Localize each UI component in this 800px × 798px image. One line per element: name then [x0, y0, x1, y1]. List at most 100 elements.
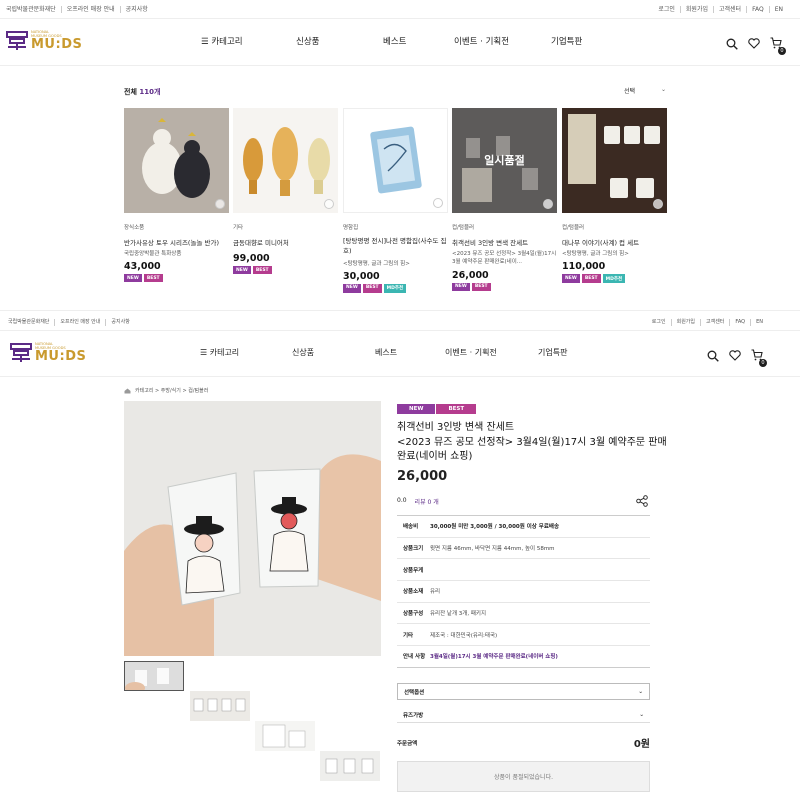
cart-button[interactable]: 0	[751, 346, 767, 367]
nav-best[interactable]: 베스트	[383, 35, 406, 47]
option-select[interactable]: 선택옵션 ⌄	[397, 683, 650, 700]
info-key: 상품크기	[403, 546, 424, 553]
product-card[interactable]: 기타 금동대향로 미니어처 99,000 NEW BEST	[233, 108, 338, 274]
soldout-button[interactable]: 상품이 품절되었습니다.	[397, 761, 650, 792]
product-category: 기타	[233, 225, 244, 231]
product-main-image[interactable]	[124, 401, 381, 656]
util-link-notice[interactable]: 공지사항	[105, 318, 134, 326]
util-link-en[interactable]: EN	[750, 318, 768, 326]
info-value: 3월4일(월)17시 3월 예약주문 판매완료(네이버 쇼핑)	[430, 654, 558, 661]
util-link-faq[interactable]: FAQ	[729, 318, 750, 326]
thumbnail[interactable]	[255, 721, 315, 751]
nav-new[interactable]: 신상품	[292, 347, 314, 358]
logo[interactable]: NATIONAL MUSEUM GOODS MU:DS	[6, 30, 82, 51]
util-link-login[interactable]: 로그인	[658, 6, 680, 13]
product-price: 30,000	[343, 270, 380, 282]
info-row-weight: 상품무게	[397, 559, 650, 582]
nav-event[interactable]: 이벤트 · 기획전	[445, 347, 497, 358]
reviews-link[interactable]: 리뷰 0 개	[415, 497, 439, 506]
sort-select[interactable]: 선택 ⌄	[624, 86, 666, 95]
wishlist-button[interactable]	[324, 199, 334, 209]
logo[interactable]: NATIONAL MUSEUM GOODS MU:DS	[10, 342, 86, 363]
product-category: 장식소품	[124, 225, 145, 231]
thumbnail[interactable]	[320, 751, 380, 781]
product-photo	[233, 108, 338, 213]
breadcrumb: 카테고리 > 주방/식기 > 컵/텀블러	[124, 387, 208, 394]
wishlist-button[interactable]	[433, 198, 443, 208]
product-card[interactable]: 컵/텀블러 대나무 이야기(사계) 컵 세트 <탕탕평평, 글과 그림의 힘> …	[562, 108, 667, 284]
share-icon[interactable]	[636, 495, 648, 507]
order-total-value: 0원	[633, 739, 650, 750]
detail-tags: NEW BEST	[397, 404, 477, 414]
product-subtitle: <탕탕평평, 글과 그림의 힘>	[562, 251, 629, 257]
nav-category[interactable]: ☰ 카테고리	[200, 347, 239, 358]
product-tags: NEW BEST MD추천	[343, 283, 448, 293]
search-icon[interactable]	[726, 38, 738, 50]
util-link-notice[interactable]: 공지사항	[119, 5, 153, 13]
wishlist-button[interactable]	[543, 199, 553, 209]
search-icon[interactable]	[707, 350, 719, 362]
util-link-foundation[interactable]: 국립박물관문화재단	[6, 6, 61, 13]
nav-corporate[interactable]: 기업특판	[538, 347, 567, 358]
util-link-en[interactable]: EN	[768, 5, 788, 13]
product-name[interactable]: 대나무 이야기(사계) 컵 세트	[562, 237, 667, 247]
wishlist-button[interactable]	[653, 199, 663, 209]
util-link-cs[interactable]: 고객센터	[700, 318, 729, 326]
info-row-shipping: 배송비 30,000원 미만 3,000원 / 30,000원 이상 무료배송	[397, 516, 650, 538]
info-key: 배송비	[403, 524, 419, 531]
product-image[interactable]	[343, 108, 448, 213]
product-price: 110,000	[562, 261, 606, 273]
product-name[interactable]: [탕탕평평 전시]나전 명함집(사수도 집호)	[343, 237, 448, 257]
heart-icon[interactable]	[729, 350, 741, 361]
divider	[0, 65, 800, 66]
product-image[interactable]: 일시품절	[452, 108, 557, 213]
wishlist-button[interactable]	[215, 199, 225, 209]
home-icon[interactable]	[124, 388, 131, 394]
info-row-size: 상품크기 윗면 지름 46mm, 바닥면 지름 44mm, 높이 58mm	[397, 538, 650, 560]
product-card[interactable]: 장식소품 반가사유상 토우 시리즈(놀놀 반가) 국립중앙박물관 특화상품 43…	[124, 108, 229, 283]
total-count-value: 110개	[139, 88, 161, 96]
tag-best: BEST	[252, 266, 272, 274]
thumbnail[interactable]	[124, 661, 184, 691]
product-image[interactable]	[124, 108, 229, 213]
product-card[interactable]: 명함집 [탕탕평평 전시]나전 명함집(사수도 집호) <탕탕평평, 글과 그림…	[343, 108, 448, 293]
nav-event[interactable]: 이벤트 · 기획전	[454, 35, 509, 47]
util-link-cs[interactable]: 고객센터	[713, 5, 746, 13]
product-subtitle: <탕탕평평, 글과 그림의 힘>	[343, 260, 410, 267]
utility-bar: 국립박물관문화재단 오프라인 매장 안내 공지사항 로그인 회원가입 고객센터 …	[8, 313, 768, 331]
nav-corporate[interactable]: 기업특판	[551, 35, 582, 47]
util-link-login[interactable]: 로그인	[652, 319, 671, 326]
product-price: 26,000	[452, 269, 489, 281]
product-image[interactable]	[233, 108, 338, 213]
order-total-row: 주문금액 0원	[397, 735, 650, 750]
product-category: 명함집	[343, 225, 359, 231]
nav-new[interactable]: 신상품	[296, 35, 319, 47]
thumbnail[interactable]	[190, 691, 250, 721]
util-link-foundation[interactable]: 국립박물관문화재단	[8, 319, 54, 326]
product-name[interactable]: 금동대향로 미니어처	[233, 237, 338, 247]
product-name[interactable]: 반가사유상 토우 시리즈(놀놀 반가)	[124, 237, 229, 247]
heart-icon[interactable]	[748, 38, 760, 49]
util-link-faq[interactable]: FAQ	[746, 5, 769, 13]
bag-option-select[interactable]: 뮤즈가방 ⌄	[397, 707, 650, 723]
nav-best[interactable]: 베스트	[375, 347, 397, 358]
info-value: 유리	[430, 589, 441, 596]
rating-score: 0.0	[397, 497, 407, 504]
tag-best: BEST	[362, 283, 382, 293]
nav-category-label: 카테고리	[211, 37, 243, 47]
tag-new: NEW	[452, 282, 470, 291]
product-name[interactable]: 취객선비 3인방 변색 잔세트	[452, 237, 557, 247]
util-link-signup[interactable]: 회원가입	[670, 318, 700, 326]
cart-button[interactable]: 0	[770, 34, 786, 55]
product-card[interactable]: 일시품절 컵/텀블러 취객선비 3인방 변색 잔세트 <2023 뮤즈 공모 선…	[452, 108, 557, 291]
util-link-signup[interactable]: 회원가입	[679, 5, 713, 13]
nav-category[interactable]: ☰ 카테고리	[201, 35, 243, 47]
soldout-button-label: 상품이 품절되었습니다.	[493, 774, 553, 781]
product-title: 취객선비 3인방 변색 잔세트 <2023 뮤즈 공모 선정작> 3월4일(월)…	[397, 421, 667, 465]
util-link-stores[interactable]: 오프라인 매장 안내	[54, 318, 105, 326]
util-link-stores[interactable]: 오프라인 매장 안내	[60, 5, 120, 13]
breadcrumb-path[interactable]: 카테고리 > 주방/식기 > 컵/텀블러	[135, 387, 208, 394]
cart-count-badge: 0	[778, 47, 786, 55]
product-image[interactable]	[562, 108, 667, 213]
logo-mark-icon	[6, 31, 28, 50]
